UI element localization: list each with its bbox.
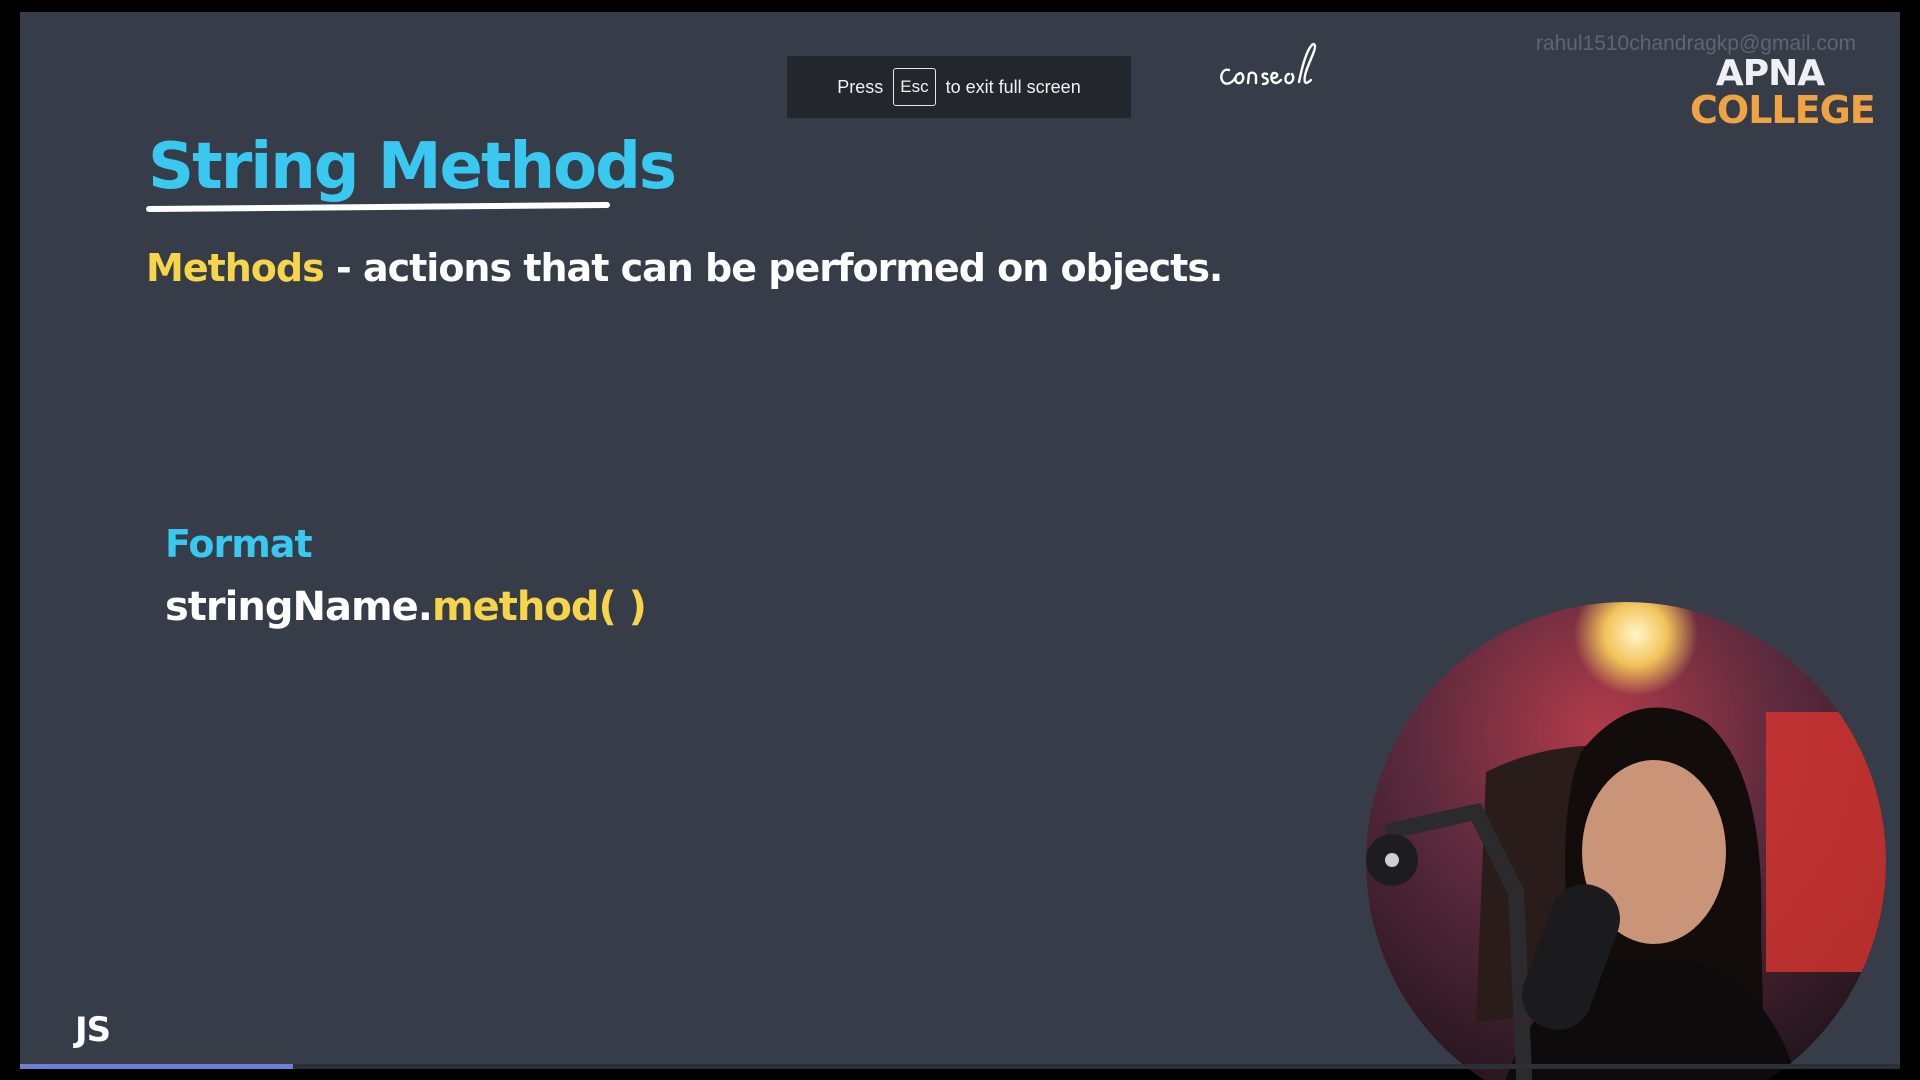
video-progress-fill [20, 1064, 293, 1069]
notice-exit-text: to exit full screen [945, 76, 1081, 97]
handwritten-console-annotation [1220, 42, 1317, 86]
format-method: method( ) [431, 584, 647, 630]
apna-college-logo: APNA COLLEGE [1690, 53, 1876, 132]
logo-line-college: COLLEGE [1690, 88, 1876, 132]
format-object: stringName. [165, 584, 433, 630]
methods-definition: Methods - actions that can be performed … [146, 246, 1223, 290]
js-footer-label: JS [75, 1010, 111, 1050]
slide-title: String Methods [148, 130, 677, 204]
format-label: Format [165, 522, 313, 566]
video-player-screen[interactable]: rahul1510chandragkp@gmail.com APNA COLLE… [0, 0, 1920, 1080]
esc-key-badge: Esc [893, 68, 936, 106]
fullscreen-exit-notice: Press Esc to exit full screen [787, 56, 1131, 118]
definition-text: - actions that can be performed on objec… [323, 246, 1223, 290]
definition-keyword: Methods [146, 246, 325, 290]
notice-press-text: Press [837, 76, 884, 97]
format-code: stringName.method( ) [165, 584, 647, 630]
logo-line-apna: APNA [1715, 53, 1825, 94]
video-progress-bar[interactable] [20, 1064, 1900, 1069]
